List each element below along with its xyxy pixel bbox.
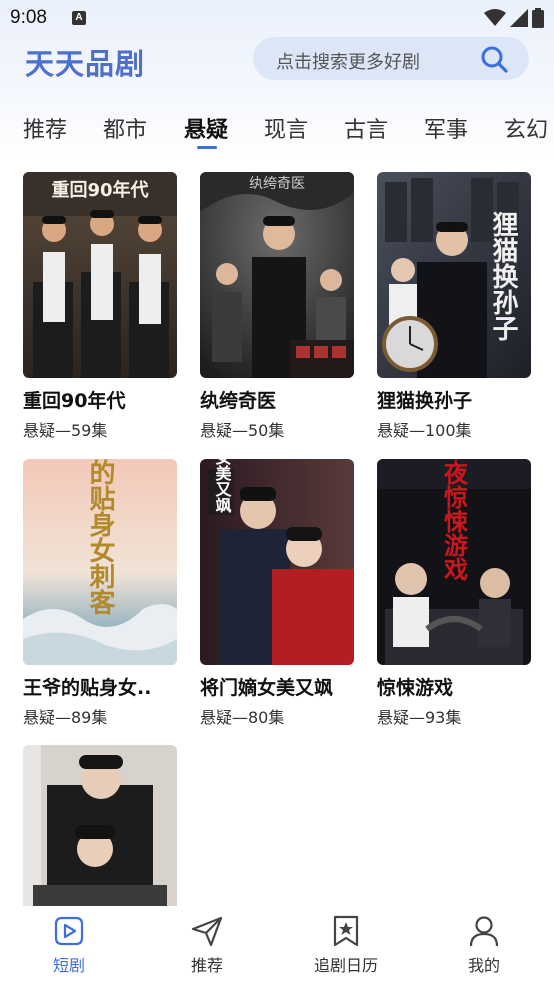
battery-icon [532,8,544,28]
wifi-icon [484,9,506,26]
drama-card[interactable] [23,745,177,906]
poster-title-text: 午夜惊悚游戏 [440,459,469,581]
nav-recommend[interactable]: 推荐 [157,914,257,976]
category-tabs: 推荐 都市 悬疑 现言 古言 军事 玄幻 [0,108,554,152]
signal-icon [510,9,528,27]
nav-label: 短剧 [52,956,85,975]
poster-title-text: 王爷的贴身女刺客 [85,459,115,615]
send-icon [191,916,223,947]
drama-poster[interactable]: 嫡女美又飒 [200,459,354,665]
active-tab-indicator [197,146,217,149]
bottom-navigation: 短剧 推荐 追剧日历 我的 [0,906,554,984]
drama-meta: 悬疑—100集 [377,421,472,440]
tab-modern-romance[interactable]: 现言 [264,112,308,144]
system-icons [484,8,544,28]
drama-card[interactable]: 重回90年代 重回90年代 悬疑—59集 [23,172,177,441]
search-placeholder: 点击搜索更多好剧 [276,52,420,73]
drama-title: 王爷的贴身女.. [23,677,152,699]
drama-meta: 悬疑—59集 [23,421,108,440]
notification-a-icon: A [72,11,86,25]
nav-label: 追剧日历 [313,956,378,975]
tab-urban[interactable]: 都市 [103,112,147,144]
app-title: 天天品剧 [25,47,146,81]
drama-meta: 悬疑—89集 [23,708,108,727]
search-icon[interactable] [479,44,509,74]
status-bar: 9:08 A [0,0,554,36]
tab-suspense[interactable]: 悬疑 [184,112,228,144]
bookmark-star-icon [333,915,359,947]
drama-title: 惊悚游戏 [377,677,454,699]
drama-title: 纨绔奇医 [200,390,277,412]
user-icon [469,916,499,947]
poster-title-text: 狸猫换孙子 [488,211,518,341]
nav-label: 我的 [467,956,500,975]
drama-card[interactable]: 嫡女美又飒 将门嫡女美又飒 悬疑—80集 [200,459,354,728]
nav-profile[interactable]: 我的 [434,914,534,976]
drama-card[interactable]: 午夜惊悚游戏 惊悚游戏 悬疑—93集 [377,459,531,728]
search-bar[interactable]: 点击搜索更多好剧 [253,37,529,80]
nav-calendar[interactable]: 追剧日历 [296,914,396,976]
nav-shortdrama[interactable]: 短剧 [19,914,119,976]
drama-title: 重回90年代 [23,390,126,412]
status-time: 9:08 [10,7,47,28]
tab-recommend[interactable]: 推荐 [23,112,67,144]
drama-poster[interactable]: 重回90年代 [23,172,177,378]
tab-ancient-romance[interactable]: 古言 [344,112,388,144]
drama-poster[interactable]: 午夜惊悚游戏 [377,459,531,665]
tab-military[interactable]: 军事 [424,112,468,144]
drama-card[interactable]: 纨绔奇医 纨绔奇医 悬疑—50集 [200,172,354,441]
drama-meta: 悬疑—80集 [200,708,285,727]
drama-meta: 悬疑—50集 [200,421,285,440]
drama-card[interactable]: 王爷的贴身女刺客 王爷的贴身女.. 悬疑—89集 [23,459,177,728]
drama-meta: 悬疑—93集 [377,708,462,727]
nav-label: 推荐 [190,956,223,975]
drama-poster[interactable]: 王爷的贴身女刺客 [23,459,177,665]
poster-title-text: 纨绔奇医 [249,175,305,192]
drama-title: 将门嫡女美又飒 [200,677,334,699]
poster-title-text: 嫡女美又飒 [213,459,233,514]
poster-title-text: 重回90年代 [51,179,148,201]
drama-title: 狸猫换孙子 [377,390,473,412]
drama-poster[interactable]: 纨绔奇医 [200,172,354,378]
play-icon [54,916,84,946]
drama-card[interactable]: 狸猫换孙子 狸猫换孙子 悬疑—100集 [377,172,531,441]
drama-poster[interactable] [23,745,177,906]
drama-poster[interactable]: 狸猫换孙子 [377,172,531,378]
tab-fantasy[interactable]: 玄幻 [504,112,548,144]
